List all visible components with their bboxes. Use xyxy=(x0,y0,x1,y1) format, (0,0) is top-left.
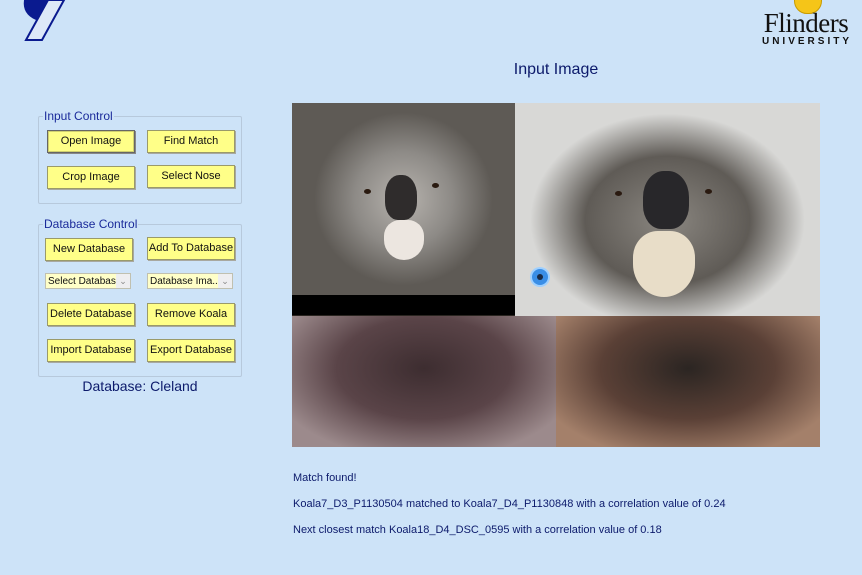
next-match-text: Next closest match Koala18_D4_DSC_0595 w… xyxy=(293,524,662,536)
koala-match-nose-image xyxy=(556,316,820,447)
eye-shape xyxy=(432,183,439,188)
koala-match-face-image xyxy=(515,103,820,316)
flinders-logo-name: Flinders xyxy=(763,8,849,38)
database-images-dropdown[interactable]: Database Ima... ⌄ xyxy=(147,273,233,289)
input-image-title: Input Image xyxy=(513,61,599,78)
eye-shape xyxy=(615,191,622,196)
padding-bar xyxy=(292,295,515,315)
current-database-label: Database: Cleland xyxy=(82,378,198,394)
match-result-text: Koala7_D3_P1130504 matched to Koala7_D4_… xyxy=(293,498,726,510)
select-nose-button[interactable]: Select Nose xyxy=(147,165,235,188)
nose-shape xyxy=(385,175,417,220)
koala-input-face-image xyxy=(292,103,515,295)
import-database-button[interactable]: Import Database xyxy=(47,339,135,362)
chevron-down-icon: ⌄ xyxy=(116,274,130,288)
open-image-button[interactable]: Open Image xyxy=(47,130,135,153)
flinders-logo-sub: UNIVERSITY xyxy=(761,36,852,47)
eye-shape xyxy=(364,189,371,194)
input-control-group: Input Control Open Image Find Match Crop… xyxy=(38,109,242,204)
database-control-group: Database Control New Database Add To Dat… xyxy=(38,217,242,377)
database-control-label: Database Control xyxy=(43,217,139,231)
chin-shape xyxy=(633,231,695,297)
koala-input-nose-image xyxy=(292,316,556,447)
add-to-database-button[interactable]: Add To Database xyxy=(147,237,235,260)
match-status-text: Match found! xyxy=(293,472,357,484)
new-database-button[interactable]: New Database xyxy=(45,238,133,261)
chin-shape xyxy=(384,220,424,260)
flinders-logo: Flinders UNIVERSITY xyxy=(756,0,856,48)
eye-shape xyxy=(705,189,712,194)
institution-logo xyxy=(18,0,82,42)
image-display xyxy=(292,103,820,447)
delete-database-button[interactable]: Delete Database xyxy=(47,303,135,326)
chevron-down-icon: ⌄ xyxy=(218,274,232,288)
input-control-label: Input Control xyxy=(43,109,114,123)
logo-mark-icon xyxy=(23,0,66,41)
select-database-value: Select Database xyxy=(48,276,122,287)
mouse-cursor-icon xyxy=(532,269,548,285)
nose-shape xyxy=(643,171,689,229)
crop-image-button[interactable]: Crop Image xyxy=(47,166,135,189)
select-database-dropdown[interactable]: Select Database ⌄ xyxy=(45,273,131,289)
export-database-button[interactable]: Export Database xyxy=(147,339,235,362)
find-match-button[interactable]: Find Match xyxy=(147,130,235,153)
remove-koala-button[interactable]: Remove Koala xyxy=(147,303,235,326)
database-images-value: Database Ima... xyxy=(150,276,221,287)
